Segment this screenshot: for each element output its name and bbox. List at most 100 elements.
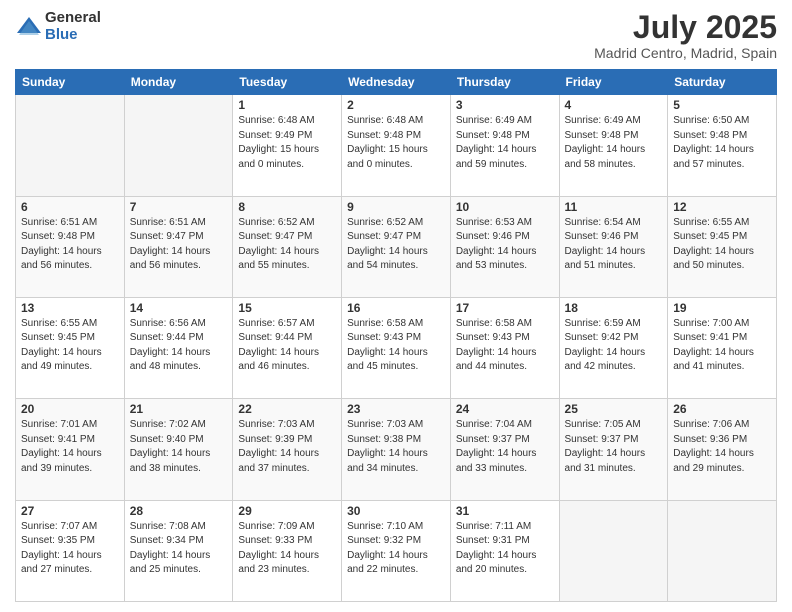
day-info: Sunrise: 7:02 AM Sunset: 9:40 PM Dayligh…: [130, 418, 228, 476]
day-number: 20: [21, 402, 119, 416]
day-cell: 4 Sunrise: 6:49 AM Sunset: 9:48 PM Daylig…: [559, 95, 668, 196]
col-header-tuesday: Tuesday: [233, 70, 342, 95]
day-cell: 29Sunrise: 7:09 AM Sunset: 9:33 PM Dayli…: [233, 500, 342, 601]
day-cell: [124, 95, 233, 196]
day-cell: 8Sunrise: 6:52 AM Sunset: 9:47 PM Daylig…: [233, 196, 342, 297]
day-info: Sunrise: 6:52 AM Sunset: 9:47 PM Dayligh…: [238, 216, 336, 274]
day-info: Sunrise: 7:07 AM Sunset: 9:35 PM Dayligh…: [21, 520, 119, 578]
day-cell: 20Sunrise: 7:01 AM Sunset: 9:41 PM Dayli…: [16, 399, 125, 500]
subtitle: Madrid Centro, Madrid, Spain: [594, 45, 777, 61]
logo-blue-text: Blue: [45, 27, 101, 44]
day-number: 3: [456, 98, 554, 112]
day-cell: 19 Sunrise: 7:00 AM Sunset: 9:41 PM Dayli…: [668, 297, 777, 398]
page: General Blue July 2025 Madrid Centro, Ma…: [0, 0, 792, 612]
day-number: 22: [238, 402, 336, 416]
day-info: Sunrise: 7:08 AM Sunset: 9:34 PM Dayligh…: [130, 520, 228, 578]
col-header-sunday: Sunday: [16, 70, 125, 95]
day-number: 28: [130, 504, 228, 518]
day-cell: 11Sunrise: 6:54 AM Sunset: 9:46 PM Dayli…: [559, 196, 668, 297]
day-number: 11: [565, 200, 663, 214]
logo-icon: [15, 13, 43, 41]
main-title: July 2025: [594, 10, 777, 45]
day-number: 26: [673, 402, 771, 416]
day-cell: 30Sunrise: 7:10 AM Sunset: 9:32 PM Dayli…: [342, 500, 451, 601]
day-cell: 21Sunrise: 7:02 AM Sunset: 9:40 PM Dayli…: [124, 399, 233, 500]
week-row-4: 20Sunrise: 7:01 AM Sunset: 9:41 PM Dayli…: [16, 399, 777, 500]
day-number: 23: [347, 402, 445, 416]
day-cell: 10 Sunrise: 6:53 AM Sunset: 9:46 PM Dayli…: [450, 196, 559, 297]
day-cell: 3 Sunrise: 6:49 AM Sunset: 9:48 PM Daylig…: [450, 95, 559, 196]
day-number: 1: [238, 98, 336, 112]
day-number: 25: [565, 402, 663, 416]
week-row-2: 6 Sunrise: 6:51 AM Sunset: 9:48 PM Daylig…: [16, 196, 777, 297]
day-number: 24: [456, 402, 554, 416]
day-number: 4: [565, 98, 663, 112]
day-cell: 25 Sunrise: 7:05 AM Sunset: 9:37 PM Dayli…: [559, 399, 668, 500]
day-cell: 24 Sunrise: 7:04 AM Sunset: 9:37 PM Dayli…: [450, 399, 559, 500]
day-cell: 26 Sunrise: 7:06 AM Sunset: 9:36 PM Dayli…: [668, 399, 777, 500]
day-info: Sunrise: 7:06 AM Sunset: 9:36 PM Dayligh…: [673, 418, 771, 476]
day-info: Sunrise: 7:00 AM Sunset: 9:41 PM Dayligh…: [673, 317, 771, 375]
day-info: Sunrise: 7:03 AM Sunset: 9:39 PM Dayligh…: [238, 418, 336, 476]
day-number: 19: [673, 301, 771, 315]
day-number: 10: [456, 200, 554, 214]
day-cell: 9Sunrise: 6:52 AM Sunset: 9:47 PM Daylig…: [342, 196, 451, 297]
day-number: 27: [21, 504, 119, 518]
day-cell: 6 Sunrise: 6:51 AM Sunset: 9:48 PM Daylig…: [16, 196, 125, 297]
day-number: 5: [673, 98, 771, 112]
day-cell: [16, 95, 125, 196]
week-row-1: 1 Sunrise: 6:48 AM Sunset: 9:49 PM Daylig…: [16, 95, 777, 196]
day-cell: 15Sunrise: 6:57 AM Sunset: 9:44 PM Dayli…: [233, 297, 342, 398]
header-row: SundayMondayTuesdayWednesdayThursdayFrid…: [16, 70, 777, 95]
day-info: Sunrise: 6:59 AM Sunset: 9:42 PM Dayligh…: [565, 317, 663, 375]
day-info: Sunrise: 7:03 AM Sunset: 9:38 PM Dayligh…: [347, 418, 445, 476]
col-header-saturday: Saturday: [668, 70, 777, 95]
day-cell: 1 Sunrise: 6:48 AM Sunset: 9:49 PM Daylig…: [233, 95, 342, 196]
week-row-5: 27 Sunrise: 7:07 AM Sunset: 9:35 PM Dayli…: [16, 500, 777, 601]
day-cell: 16 Sunrise: 6:58 AM Sunset: 9:43 PM Dayli…: [342, 297, 451, 398]
day-number: 16: [347, 301, 445, 315]
day-info: Sunrise: 6:53 AM Sunset: 9:46 PM Dayligh…: [456, 216, 554, 274]
day-info: Sunrise: 6:49 AM Sunset: 9:48 PM Dayligh…: [565, 114, 663, 172]
col-header-monday: Monday: [124, 70, 233, 95]
day-number: 31: [456, 504, 554, 518]
day-number: 12: [673, 200, 771, 214]
day-info: Sunrise: 6:51 AM Sunset: 9:48 PM Dayligh…: [21, 216, 119, 274]
day-info: Sunrise: 6:55 AM Sunset: 9:45 PM Dayligh…: [673, 216, 771, 274]
day-cell: 13 Sunrise: 6:55 AM Sunset: 9:45 PM Dayli…: [16, 297, 125, 398]
day-info: Sunrise: 6:48 AM Sunset: 9:49 PM Dayligh…: [238, 114, 336, 172]
col-header-thursday: Thursday: [450, 70, 559, 95]
day-cell: 7 Sunrise: 6:51 AM Sunset: 9:47 PM Daylig…: [124, 196, 233, 297]
day-info: Sunrise: 6:49 AM Sunset: 9:48 PM Dayligh…: [456, 114, 554, 172]
day-cell: 18 Sunrise: 6:59 AM Sunset: 9:42 PM Dayli…: [559, 297, 668, 398]
day-info: Sunrise: 6:48 AM Sunset: 9:48 PM Dayligh…: [347, 114, 445, 172]
day-info: Sunrise: 6:58 AM Sunset: 9:43 PM Dayligh…: [347, 317, 445, 375]
header: General Blue July 2025 Madrid Centro, Ma…: [15, 10, 777, 61]
calendar-table: SundayMondayTuesdayWednesdayThursdayFrid…: [15, 69, 777, 602]
day-info: Sunrise: 7:11 AM Sunset: 9:31 PM Dayligh…: [456, 520, 554, 578]
col-header-friday: Friday: [559, 70, 668, 95]
day-info: Sunrise: 6:50 AM Sunset: 9:48 PM Dayligh…: [673, 114, 771, 172]
day-number: 18: [565, 301, 663, 315]
day-info: Sunrise: 7:09 AM Sunset: 9:33 PM Dayligh…: [238, 520, 336, 578]
title-block: July 2025 Madrid Centro, Madrid, Spain: [594, 10, 777, 61]
day-info: Sunrise: 6:56 AM Sunset: 9:44 PM Dayligh…: [130, 317, 228, 375]
day-info: Sunrise: 6:55 AM Sunset: 9:45 PM Dayligh…: [21, 317, 119, 375]
day-number: 30: [347, 504, 445, 518]
day-cell: 31 Sunrise: 7:11 AM Sunset: 9:31 PM Dayli…: [450, 500, 559, 601]
col-header-wednesday: Wednesday: [342, 70, 451, 95]
logo-general-text: General: [45, 10, 101, 27]
day-info: Sunrise: 6:52 AM Sunset: 9:47 PM Dayligh…: [347, 216, 445, 274]
day-cell: 14Sunrise: 6:56 AM Sunset: 9:44 PM Dayli…: [124, 297, 233, 398]
logo: General Blue: [15, 10, 101, 43]
day-number: 13: [21, 301, 119, 315]
day-cell: 27 Sunrise: 7:07 AM Sunset: 9:35 PM Dayli…: [16, 500, 125, 601]
day-cell: [559, 500, 668, 601]
day-info: Sunrise: 6:51 AM Sunset: 9:47 PM Dayligh…: [130, 216, 228, 274]
day-number: 7: [130, 200, 228, 214]
day-info: Sunrise: 7:05 AM Sunset: 9:37 PM Dayligh…: [565, 418, 663, 476]
day-info: Sunrise: 7:04 AM Sunset: 9:37 PM Dayligh…: [456, 418, 554, 476]
day-number: 6: [21, 200, 119, 214]
day-cell: 5 Sunrise: 6:50 AM Sunset: 9:48 PM Daylig…: [668, 95, 777, 196]
day-cell: 28 Sunrise: 7:08 AM Sunset: 9:34 PM Dayli…: [124, 500, 233, 601]
